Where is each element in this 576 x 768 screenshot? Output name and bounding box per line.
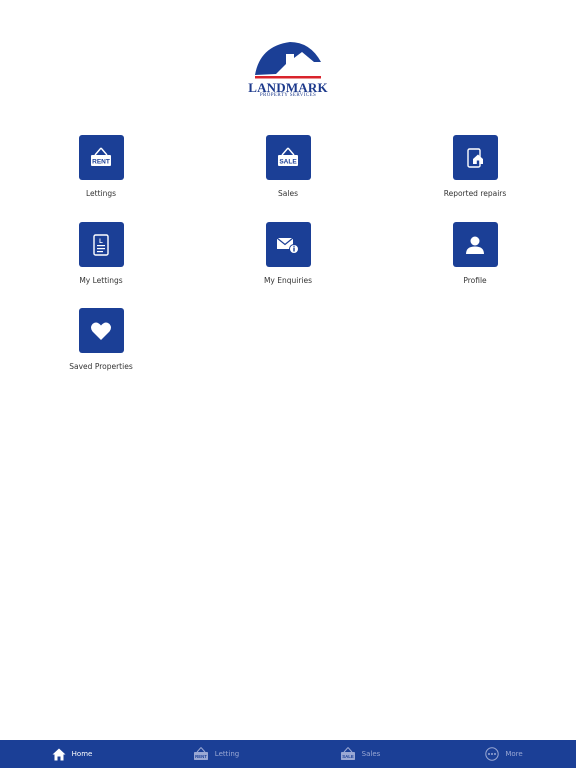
tile-my-enquiries-box[interactable] xyxy=(265,222,311,267)
home-icon xyxy=(52,748,66,760)
tab-home-label: Home xyxy=(71,750,93,758)
tile-reported-repairs-box[interactable] xyxy=(452,135,498,180)
tile-saved-properties-label: Saved Properties xyxy=(69,362,133,371)
tab-home[interactable]: Home xyxy=(0,740,144,768)
logo-subtitle: PROPERTY SERVICES xyxy=(259,93,317,98)
tile-lettings[interactable]: RENT Lettings xyxy=(31,135,171,198)
document-icon: L xyxy=(93,233,109,256)
svg-text:SALE: SALE xyxy=(279,158,297,165)
tab-more[interactable]: More xyxy=(432,740,576,768)
svg-text:L: L xyxy=(99,239,103,245)
tile-lettings-box[interactable]: RENT xyxy=(78,135,124,180)
tab-letting[interactable]: RENT Letting xyxy=(144,740,288,768)
svg-text:RENT: RENT xyxy=(195,754,207,759)
tab-letting-label: Letting xyxy=(214,750,240,758)
sale-sign-icon: SALE xyxy=(340,747,355,760)
tile-sales-box[interactable]: SALE xyxy=(265,135,311,180)
tile-my-lettings-box[interactable]: L xyxy=(78,222,124,267)
tab-more-label: More xyxy=(505,750,523,758)
tab-sales-label: Sales xyxy=(361,750,381,758)
svg-text:SALE: SALE xyxy=(342,754,354,759)
person-icon xyxy=(466,236,484,254)
house-repair-icon xyxy=(467,147,483,168)
tile-my-lettings-label: My Lettings xyxy=(79,276,123,285)
more-dots-icon xyxy=(485,747,500,761)
tile-sales-label: Sales xyxy=(278,189,298,198)
tile-reported-repairs[interactable]: Reported repairs xyxy=(405,135,545,198)
tile-my-enquiries[interactable]: My Enquiries xyxy=(218,222,358,285)
tile-profile-box[interactable] xyxy=(452,222,498,267)
tab-sales[interactable]: SALE Sales xyxy=(288,740,432,768)
bottom-tab-bar: Home RENT Letting SALE Sales More xyxy=(0,740,576,768)
rent-sign-icon: RENT xyxy=(91,147,111,166)
tile-sales[interactable]: SALE Sales xyxy=(218,135,358,198)
sale-sign-icon: SALE xyxy=(278,147,298,166)
mail-info-icon xyxy=(276,237,299,254)
tile-my-enquiries-label: My Enquiries xyxy=(263,276,313,285)
tile-reported-repairs-label: Reported repairs xyxy=(443,189,507,198)
tile-my-lettings[interactable]: L My Lettings xyxy=(31,222,171,285)
tile-saved-properties[interactable]: Saved Properties xyxy=(31,308,171,371)
svg-text:RENT: RENT xyxy=(92,158,110,165)
tile-profile-label: Profile xyxy=(463,276,487,285)
rent-sign-icon: RENT xyxy=(193,747,208,760)
tile-profile[interactable]: Profile xyxy=(405,222,545,285)
heart-icon xyxy=(91,322,111,340)
tile-saved-properties-box[interactable] xyxy=(78,308,124,353)
tile-lettings-label: Lettings xyxy=(85,189,117,198)
